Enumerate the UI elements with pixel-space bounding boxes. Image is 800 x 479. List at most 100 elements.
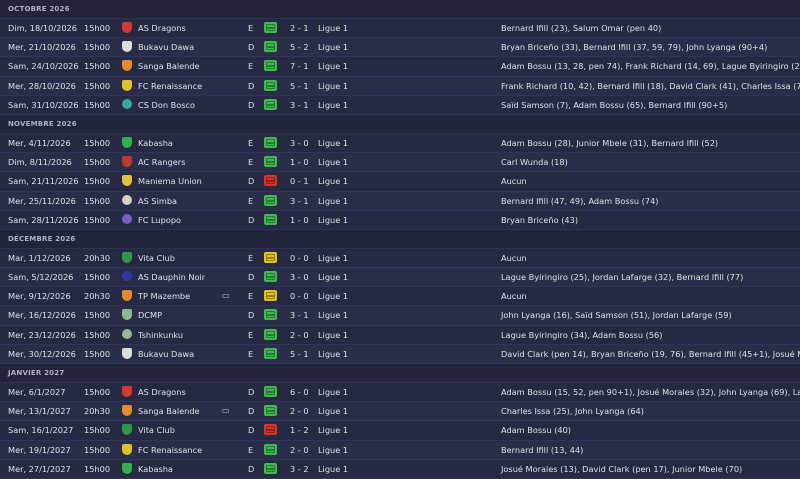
fixture-row[interactable]: Mar, 1/12/2026 20h30 Vita Club E 0 - 0 Ligue … (0, 248, 800, 269)
fixture-row[interactable]: Sam, 16/1/2027 15h00 Vita Club D 1 - 2 Ligue … (0, 421, 800, 441)
opponent-name[interactable]: AC Rangers (138, 153, 185, 171)
fixture-row[interactable]: Mer, 23/12/2026 15h00 Tshinkunku E 2 - 0 Ligu… (0, 325, 800, 345)
goal-scorers: Adam Bossu (15, 52, pen 90+1), Josué Mor… (501, 387, 800, 397)
venue-indicator: E (248, 252, 254, 263)
fixture-row[interactable]: Mer, 6/1/2027 15h00 AS Dragons D 6 - 0 Ligue … (0, 383, 800, 403)
month-header: JANVIER 2027 (0, 364, 800, 383)
fixture-row[interactable]: Mer, 16/12/2026 15h00 DCMP D 3 - 1 Ligue 1 Joh… (0, 306, 800, 326)
venue-indicator: E (248, 329, 254, 340)
competition-name: Ligue 1 (318, 425, 349, 436)
result-win-icon (264, 328, 278, 341)
kickoff-time: 15h00 (84, 387, 111, 397)
fixture-row[interactable]: Sam, 5/12/2026 15h00 AS Dauphin Noir D 3 - 0… (0, 268, 800, 288)
kickoff-time: 15h00 (84, 272, 111, 283)
match-score: 1 - 2 (290, 425, 309, 436)
match-date: Mer, 9/12/2026 (8, 291, 71, 302)
opponent-name[interactable]: Tshinkunku (138, 326, 183, 344)
kickoff-time: 15h00 (84, 61, 111, 72)
fixture-row[interactable]: ▭ Mer, 13/1/2027 20h30 Sanga Balende D 2 - 0 L… (0, 402, 800, 422)
opponent-name[interactable]: Bukavu Dawa (138, 38, 194, 56)
competition-name: Ligue 1 (318, 329, 349, 340)
result-win-icon (264, 41, 278, 53)
opponent-name[interactable]: DCMP (138, 306, 162, 324)
opponent-name[interactable]: Sanga Balende (138, 402, 200, 420)
kickoff-time: 15h00 (84, 463, 111, 474)
goal-scorers: Carl Wunda (18) (501, 157, 568, 168)
fixture-row[interactable]: Sam, 24/10/2026 15h00 Sanga Balende E 7 - 1 L… (0, 57, 800, 77)
goal-scorers: Bernard Ifill (23), Salum Omar (pen 40) (501, 23, 662, 33)
kickoff-time: 15h00 (84, 444, 111, 455)
fixture-row[interactable]: ▭ Mer, 9/12/2026 20h30 TP Mazembe E 0 - 0 Ligu… (0, 287, 800, 307)
shield-crest-icon (121, 175, 133, 187)
match-date: Mer, 23/12/2026 (8, 329, 76, 340)
result-win-icon (264, 213, 278, 226)
opponent-name[interactable]: FC Renaissance (138, 77, 202, 95)
fixture-row[interactable]: Sam, 31/10/2026 15h00 CS Don Bosco D 3 - 1 Li… (0, 95, 800, 115)
fixture-row[interactable]: Mer, 4/11/2026 15h00 Kabasha E 3 - 0 Ligue 1 A… (0, 133, 800, 154)
competition-name: Ligue 1 (318, 252, 349, 263)
goal-scorers: Aucun (501, 252, 527, 263)
match-score: 2 - 0 (290, 444, 309, 455)
fixtures-list: OCTOBRE 2026 Dim, 18/10/2026 15h00 AS Drago… (0, 0, 800, 479)
opponent-name[interactable]: CS Don Bosco (138, 96, 195, 114)
opponent-name[interactable]: Kabasha (138, 134, 173, 152)
goal-scorers: Frank Richard (10, 42), Bernard Ifill (1… (501, 80, 800, 91)
opponent-name[interactable]: Vita Club (138, 421, 175, 439)
match-date: Sam, 24/10/2026 (8, 61, 79, 72)
venue-indicator: D (248, 42, 255, 53)
fixture-row[interactable]: Mer, 21/10/2026 15h00 Bukavu Dawa D 5 - 2 Lig… (0, 38, 800, 58)
opponent-name[interactable]: Bukavu Dawa (138, 345, 194, 363)
opponent-name[interactable]: AS Dragons (138, 383, 186, 401)
opponent-name[interactable]: FC Renaissance (138, 441, 202, 459)
competition-name: Ligue 1 (318, 463, 349, 474)
kickoff-time: 15h00 (84, 348, 111, 359)
opponent-name[interactable]: AS Dauphin Noir (138, 268, 205, 286)
match-score: 2 - 1 (290, 23, 309, 33)
round-crest-icon (121, 213, 133, 226)
goal-scorers: Lague Byiringiro (34), Adam Bossu (56) (501, 329, 663, 340)
venue-indicator: E (248, 195, 254, 206)
venue-indicator: D (248, 99, 255, 110)
opponent-name[interactable]: Kabasha (138, 460, 173, 478)
opponent-name[interactable]: Vita Club (138, 249, 175, 267)
result-win-icon (264, 79, 278, 92)
fixture-row[interactable]: Mer, 30/12/2026 15h00 Bukavu Dawa E 5 - 1 Lig… (0, 344, 800, 364)
opponent-name[interactable]: Maniema Union (138, 172, 202, 190)
fixture-row[interactable]: Sam, 28/11/2026 15h00 FC Lupopo D 1 - 0 Ligue… (0, 210, 800, 230)
opponent-name[interactable]: AS Dragons (138, 19, 186, 37)
opponent-name[interactable]: TP Mazembe (138, 287, 190, 305)
opponent-name[interactable]: Sanga Balende (138, 57, 200, 75)
bird-crest-icon (121, 347, 133, 360)
venue-indicator: E (248, 137, 254, 148)
result-win-icon (264, 405, 278, 417)
fixture-row[interactable]: Dim, 8/11/2026 15h00 AC Rangers E 1 - 0 Ligue… (0, 153, 800, 173)
opponent-name[interactable]: FC Lupopo (138, 211, 181, 229)
goal-scorers: Bryan Briceño (43) (501, 214, 579, 225)
fixture-row[interactable]: Dim, 18/10/2026 15h00 AS Dragons E 2 - 1 Ligu… (0, 19, 800, 39)
competition-name: Ligue 1 (318, 99, 349, 110)
competition-name: Ligue 1 (318, 291, 349, 302)
kickoff-time: 20h30 (84, 406, 111, 417)
goal-scorers: Aucun (501, 291, 527, 302)
result-win-icon (264, 156, 278, 168)
match-date: Sam, 5/12/2026 (8, 272, 74, 283)
dragon-crest-icon (121, 386, 133, 398)
fixture-row[interactable]: Mer, 27/1/2027 15h00 Kabasha D 3 - 2 Ligue 1 J… (0, 459, 800, 479)
venue-indicator: E (248, 444, 254, 455)
fixture-row[interactable]: Mer, 19/1/2027 15h00 FC Renaissance E 2 - 0 L… (0, 440, 800, 460)
venue-indicator: D (248, 214, 255, 225)
venue-indicator: E (248, 348, 254, 359)
fixture-row[interactable]: Mer, 28/10/2026 15h00 FC Renaissance D 5 - 1… (0, 76, 800, 96)
match-date: Mer, 13/1/2027 (8, 406, 71, 417)
round-crest-icon (121, 328, 133, 341)
competition-name: Ligue 1 (318, 42, 349, 53)
competition-name: Ligue 1 (318, 137, 349, 148)
fixture-row[interactable]: Sam, 21/11/2026 15h00 Maniema Union D 0 - 1 L… (0, 172, 800, 192)
match-date: Mer, 19/1/2027 (8, 444, 71, 455)
kickoff-time: 15h00 (84, 23, 111, 33)
goal-scorers: Bryan Briceño (33), Bernard Ifill (37, 5… (501, 42, 768, 53)
fixture-row[interactable]: Mer, 25/11/2026 15h00 AS Simba E 3 - 1 Ligue … (0, 191, 800, 211)
opponent-name[interactable]: AS Simba (138, 192, 177, 210)
round-crest-icon (121, 98, 133, 111)
goal-scorers: Saïd Samson (7), Adam Bossu (65), Bernar… (501, 99, 728, 110)
